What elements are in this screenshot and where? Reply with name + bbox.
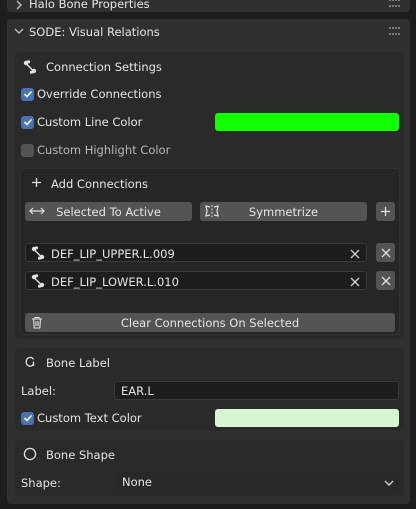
symmetrize-icon [204,204,220,221]
bone-shape-title: Bone Shape [46,448,115,462]
bone-label-title: Bone Label [46,356,110,370]
label-input[interactable]: EAR.L [114,381,399,400]
selected-to-active-button[interactable]: Selected To Active [25,202,192,221]
connection-settings-panel: Connection Settings Override Connections… [15,52,404,339]
circle-icon [23,447,37,464]
connection-settings-title: Connection Settings [46,60,162,74]
bone-shape-panel: Bone Shape Shape: None [15,440,404,496]
close-icon [381,276,390,285]
text-font-icon [24,355,37,371]
checkbox-checked-icon [21,115,34,129]
drag-handle-icon[interactable] [389,27,401,37]
clear-field-icon[interactable] [350,248,360,262]
custom-highlight-color-checkbox[interactable]: Custom Highlight Color [21,143,170,157]
clear-connections-button[interactable]: Clear Connections On Selected [25,313,395,332]
override-connections-label: Override Connections [37,87,162,101]
checkbox-checked-icon [21,411,34,425]
symmetrize-label: Symmetrize [248,204,319,219]
custom-text-color-checkbox[interactable]: Custom Text Color [21,411,142,425]
bone-target-field[interactable]: DEF_LIP_LOWER.L.010 [25,271,367,290]
sode-panel-title: SODE: Visual Relations [29,25,160,39]
remove-connection-button[interactable] [376,243,395,262]
chevron-right-icon [12,0,26,12]
selected-to-active-label: Selected To Active [56,204,161,219]
plus-icon [381,207,390,216]
line-color-swatch[interactable] [215,113,399,131]
symmetrize-button[interactable]: Symmetrize [200,202,367,221]
custom-line-color-checkbox[interactable]: Custom Line Color [21,115,142,129]
bone-icon [31,246,45,263]
remove-connection-button[interactable] [376,271,395,290]
text-color-swatch[interactable] [215,409,399,427]
drag-handle-icon[interactable] [389,0,401,9]
sode-panel-header[interactable]: SODE: Visual Relations [7,19,410,43]
clear-field-icon[interactable] [350,276,360,290]
bone-icon [23,60,37,77]
shape-caption: Shape: [21,476,61,490]
checkbox-unchecked-icon [21,143,34,157]
add-button[interactable] [376,202,395,221]
trash-icon [31,316,43,332]
arrows-horizontal-icon [29,205,45,220]
bone-target-field[interactable]: DEF_LIP_UPPER.L.009 [25,243,367,262]
halo-panel-title: Halo Bone Properties [29,0,150,11]
custom-highlight-color-label: Custom Highlight Color [37,143,171,157]
custom-text-color-label: Custom Text Color [37,411,142,425]
label-input-value: EAR.L [121,383,154,398]
chevron-down-icon [384,477,394,491]
checkbox-checked-icon [21,87,34,101]
halo-panel-header[interactable]: Halo Bone Properties [7,0,410,12]
add-connections-title: Add Connections [51,177,148,191]
chevron-down-icon [12,24,26,38]
shape-dropdown-value: None [122,474,153,489]
bone-target-name: DEF_LIP_UPPER.L.009 [51,247,175,261]
plus-icon [31,177,42,191]
close-icon [381,248,390,257]
bone-target-name: DEF_LIP_LOWER.L.010 [51,275,179,289]
label-caption: Label: [21,384,56,398]
custom-line-color-label: Custom Line Color [37,115,143,129]
bone-icon [31,274,45,291]
add-connections-panel: Add Connections Selected To Active Symme… [20,168,400,335]
shape-dropdown[interactable]: None [114,472,399,491]
clear-connections-label: Clear Connections On Selected [120,315,300,330]
override-connections-checkbox[interactable]: Override Connections [21,87,161,101]
bone-label-panel: Bone Label Label: EAR.L Custom Text Colo… [15,348,404,431]
